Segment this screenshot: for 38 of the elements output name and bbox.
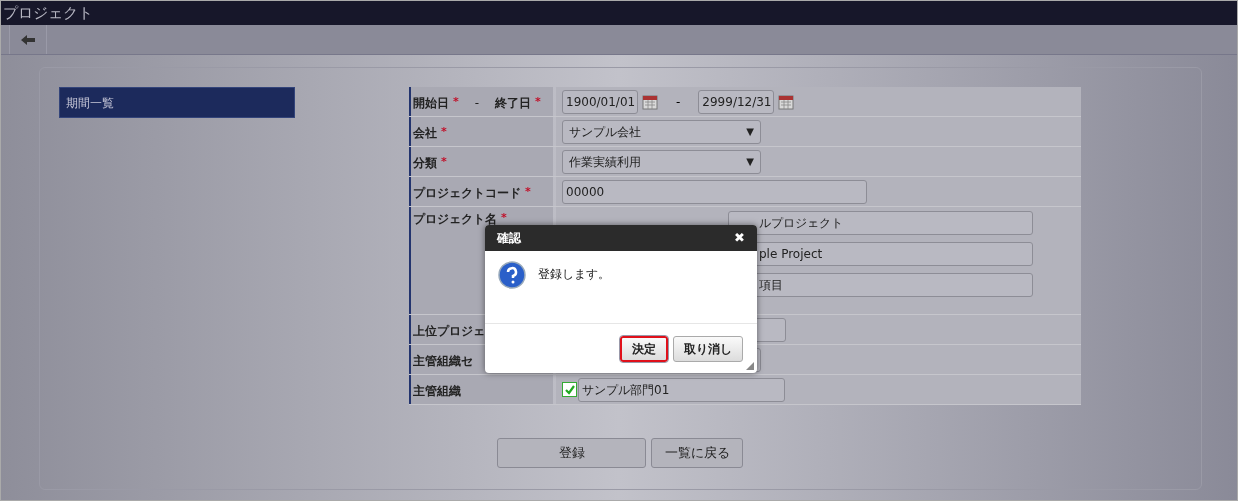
sidebar-item[interactable]: 期間一覧: [59, 87, 295, 118]
separator: -: [676, 93, 681, 111]
field-label: 開始日: [413, 95, 449, 112]
input-field[interactable]: 00000: [562, 179, 867, 204]
question-icon: [498, 261, 526, 289]
dialog-title: 確認: [497, 230, 521, 247]
dialog-button[interactable]: 決定: [620, 335, 668, 362]
form-button[interactable]: 登録: [497, 438, 646, 468]
required-mark: *: [525, 184, 531, 200]
calendar-icon[interactable]: [778, 93, 795, 110]
required-mark: *: [501, 210, 507, 226]
field-label: 終了日: [495, 95, 532, 112]
dialog-message: 登録します。: [538, 266, 610, 283]
back-arrow-icon: [21, 33, 35, 46]
required-mark: *: [453, 94, 459, 110]
field-label: 分類: [413, 155, 437, 172]
required-mark: *: [535, 94, 541, 110]
form-button[interactable]: 一覧に戻る: [651, 438, 743, 468]
resize-grip-icon[interactable]: [746, 362, 754, 370]
dialog-button[interactable]: 取り消し: [673, 335, 743, 362]
date-field[interactable]: 2999/12/31: [698, 89, 775, 114]
field-label: 会社: [413, 125, 437, 142]
select-field[interactable]: 作業実績利用 ▼: [562, 149, 761, 174]
required-mark: *: [441, 124, 447, 140]
checkbox[interactable]: [562, 382, 577, 397]
separator: -: [474, 95, 480, 112]
select-field[interactable]: サンプル会社 ▼: [562, 119, 761, 144]
field-label: プロジェクト名: [413, 211, 497, 228]
window-title: プロジェクト: [3, 2, 93, 24]
field-label: 上位プロジェ: [413, 323, 485, 340]
calendar-icon[interactable]: [642, 93, 658, 110]
field-label: 主管組織セ: [413, 353, 473, 370]
back-button[interactable]: [9, 25, 47, 54]
input-field: サンプル部門01: [578, 377, 785, 402]
field-label: 主管組織: [413, 383, 461, 400]
required-mark: *: [441, 154, 447, 170]
field-label: プロジェクトコード: [413, 185, 521, 202]
date-field[interactable]: 1900/01/01: [562, 89, 638, 114]
